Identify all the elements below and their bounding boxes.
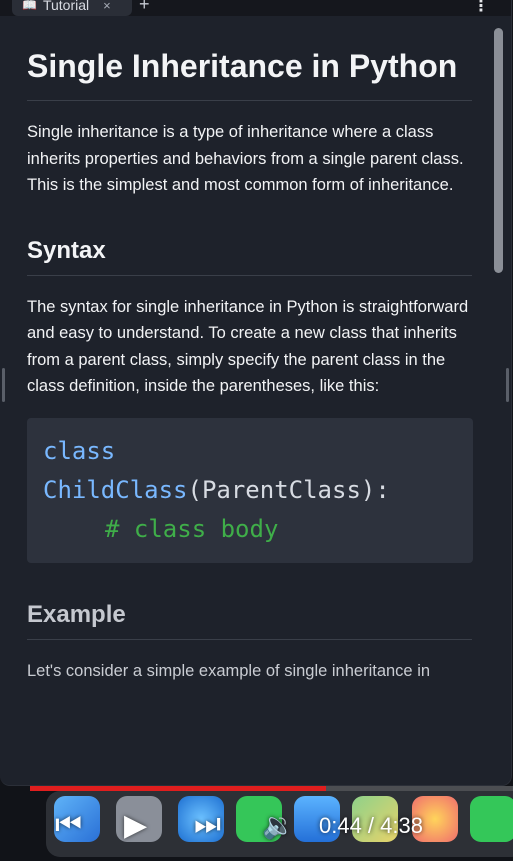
scrollbar-thumb[interactable]	[494, 28, 503, 273]
close-icon[interactable]: ×	[103, 0, 111, 13]
tab-bar: 📖 Tutorial × + ⋮	[0, 0, 511, 16]
tutorial-window: 📖 Tutorial × + ⋮ Single Inheritance in P…	[0, 0, 512, 786]
code-block: class ChildClass(ParentClass): # class b…	[27, 417, 473, 563]
video-time: 0:44 / 4:38	[319, 813, 423, 838]
example-paragraph: Let's consider a simple example of singl…	[27, 661, 431, 680]
syntax-paragraph: The syntax for single inheritance in Pyt…	[27, 297, 469, 396]
code-comment: # class body	[105, 514, 279, 543]
more-menu-icon[interactable]: ⋮	[473, 0, 489, 16]
new-tab-icon[interactable]: +	[139, 0, 150, 15]
page-title: Single Inheritance in Python	[27, 44, 472, 101]
intro-paragraph: Single inheritance is a type of inherita…	[27, 123, 464, 194]
facetime-icon[interactable]	[470, 796, 513, 842]
code-args: (ParentClass):	[187, 475, 390, 504]
code-class-name: ChildClass	[43, 475, 188, 504]
example-heading: Example	[27, 601, 472, 640]
volume-icon[interactable]: 🔉	[262, 810, 294, 841]
tab-tutorial[interactable]: 📖 Tutorial ×	[12, 0, 132, 16]
code-keyword: class	[43, 436, 116, 465]
article-content: Single Inheritance in Python Single inhe…	[0, 16, 493, 785]
resize-handle-right[interactable]	[506, 368, 509, 402]
play-icon[interactable]: ▶	[124, 808, 147, 843]
syntax-heading: Syntax	[27, 237, 472, 276]
tab-title: Tutorial	[42, 0, 90, 13]
skip-forward-icon[interactable]: ⏭	[194, 808, 221, 842]
skip-back-icon[interactable]: ⏮	[55, 808, 82, 842]
book-icon: 📖	[22, 0, 37, 12]
resize-handle-left[interactable]	[2, 368, 5, 402]
